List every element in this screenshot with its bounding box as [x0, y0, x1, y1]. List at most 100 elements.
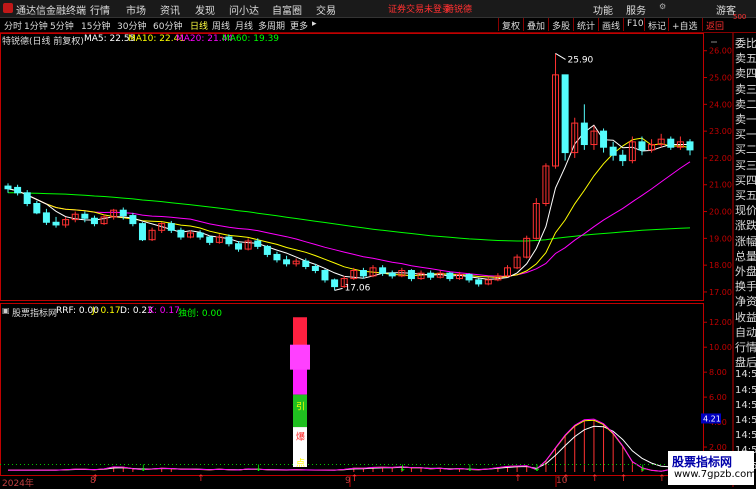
side-panel-item[interactable]: 14:5	[735, 415, 756, 426]
side-panel-item[interactable]: 买二	[735, 141, 756, 157]
candle-body	[359, 270, 367, 277]
indicator-panel-border	[0, 303, 704, 476]
side-panel-item[interactable]: 卖五	[735, 50, 756, 66]
side-panel-item[interactable]: 14:5	[735, 369, 756, 380]
side-panel-item[interactable]: 卖一	[735, 111, 756, 127]
up-arrow-icon: ↑	[351, 474, 359, 484]
side-panel-item[interactable]: 涨跌	[735, 217, 756, 233]
candle-body	[321, 270, 329, 281]
quote-side-panel: 委比 卖五 卖四 卖三 卖二 卖一 买一 买二 买三 买四 买五 现价 涨跌 涨幅 总量 外盘 换手 净资 收益 自动…	[733, 33, 756, 487]
candle-body	[254, 240, 262, 247]
ind-tick-label: 12.00	[709, 318, 732, 327]
ind-tick-label: 6.00	[709, 393, 727, 402]
low-price-label: 17.06	[345, 283, 371, 293]
bar-text-yin: 引	[296, 402, 305, 413]
high-price-label: 25.90	[568, 55, 594, 65]
side-panel-item[interactable]: 14:5	[735, 430, 756, 441]
candle-body	[138, 223, 146, 241]
down-arrow-icon: ↓	[399, 464, 407, 474]
price-tick-label: 21.00	[709, 181, 732, 190]
candle-body	[446, 272, 454, 280]
low-pointer	[334, 287, 343, 291]
candle-body	[52, 221, 60, 226]
candle-body	[196, 232, 204, 238]
candle-body	[129, 215, 137, 225]
bar-text-bao: 爆	[296, 431, 305, 443]
down-arrow-icon: ↓	[639, 464, 647, 474]
candle-body	[177, 229, 185, 238]
watermark: 股票指标网 www.7gpzb.com	[668, 451, 756, 485]
j-line	[8, 419, 691, 472]
down-arrow-icon: ↓	[533, 464, 541, 474]
side-panel-item[interactable]: 卖二	[735, 96, 756, 112]
candle-body	[638, 141, 646, 151]
side-panel-item[interactable]: 买五	[735, 187, 756, 203]
candle-body	[475, 279, 483, 285]
bar-text-dian: 点	[296, 458, 305, 469]
side-panel-item[interactable]: 外盘	[735, 263, 756, 279]
signal-bar-band	[290, 344, 310, 370]
up-arrow-icon: ↑	[658, 474, 666, 484]
candle-body	[33, 203, 41, 214]
side-panel-item[interactable]: 自动	[735, 324, 756, 340]
up-arrow-icon: ↑	[620, 474, 628, 484]
kline-chart[interactable]: 26.00 25.00 24.00 23.00 22.00 21.00 20.00 19.00…	[0, 0, 756, 487]
candle-body	[580, 122, 588, 146]
chart-frame: 26.00 25.00 24.00 23.00 22.00 21.00 20.00 19.00…	[0, 33, 734, 487]
candle-body	[81, 213, 89, 219]
candle-body	[331, 279, 339, 288]
candle-body	[427, 272, 435, 278]
up-arrow-icon: ↑	[591, 474, 599, 484]
up-arrow-icon: ↑	[514, 474, 522, 484]
side-panel-item[interactable]: 买一	[735, 126, 756, 142]
side-panel-item[interactable]: 换手	[735, 278, 756, 294]
up-arrow-icon: ↑	[197, 474, 205, 484]
ind-tick-label: 8.00	[709, 368, 727, 377]
side-panel-item[interactable]: 买三	[735, 157, 756, 173]
price-tick-label: 20.00	[709, 208, 732, 217]
candle-body	[600, 130, 608, 148]
indicator-panel: ↑↑↑↑↑↑↑↑↓↓↓↓↓↓↓	[0, 317, 703, 484]
ma5-line	[7, 124, 690, 280]
candle-body	[686, 141, 694, 151]
side-panel-item[interactable]: 收益	[735, 309, 756, 325]
candle-body	[561, 74, 569, 154]
side-panel-item[interactable]: 盘后	[735, 354, 756, 370]
side-panel-item[interactable]: 卖四	[735, 65, 756, 81]
price-tick-label: 19.00	[709, 234, 732, 243]
side-panel-item[interactable]: 14:5	[735, 385, 756, 396]
d-line	[8, 425, 691, 471]
side-panel-item[interactable]: 14:5	[735, 400, 756, 411]
price-tick-label: 17.00	[709, 288, 732, 297]
candle-body	[379, 267, 387, 274]
current-value-marker: 4.21	[703, 414, 721, 423]
side-panel-item[interactable]: 涨幅	[735, 233, 756, 249]
candle-body	[225, 236, 233, 245]
side-panel-item[interactable]: 买四	[735, 172, 756, 188]
candle-body	[235, 243, 243, 250]
ma20-line	[7, 161, 691, 277]
watermark-title: 股票指标网	[672, 455, 733, 469]
down-arrow-icon: ↓	[255, 464, 263, 474]
price-panel	[4, 52, 694, 291]
candle-body	[609, 146, 617, 156]
side-panel-item[interactable]: 行情	[735, 339, 756, 355]
candle-body	[465, 274, 473, 281]
date-label-year: 2024年	[2, 479, 34, 489]
ind-tick-label: 10.00	[709, 343, 732, 352]
side-panel-item[interactable]: 总量	[735, 248, 756, 264]
candle-body	[407, 270, 415, 280]
ma10-line	[7, 137, 691, 279]
price-tick-label: 22.00	[709, 154, 732, 163]
candle-body	[90, 217, 98, 225]
side-panel-item[interactable]: 净资	[735, 293, 756, 309]
candle-body	[42, 212, 50, 223]
candle-body	[119, 209, 127, 217]
price-tick-label: 26.00	[709, 47, 732, 56]
side-panel-item[interactable]: 现价	[735, 202, 756, 218]
down-arrow-icon: ↓	[139, 464, 147, 474]
date-label-aug: 8	[90, 476, 96, 486]
side-panel-item[interactable]: 委比	[735, 35, 756, 51]
candle-body	[14, 186, 22, 194]
side-panel-item[interactable]: 卖三	[735, 81, 756, 97]
